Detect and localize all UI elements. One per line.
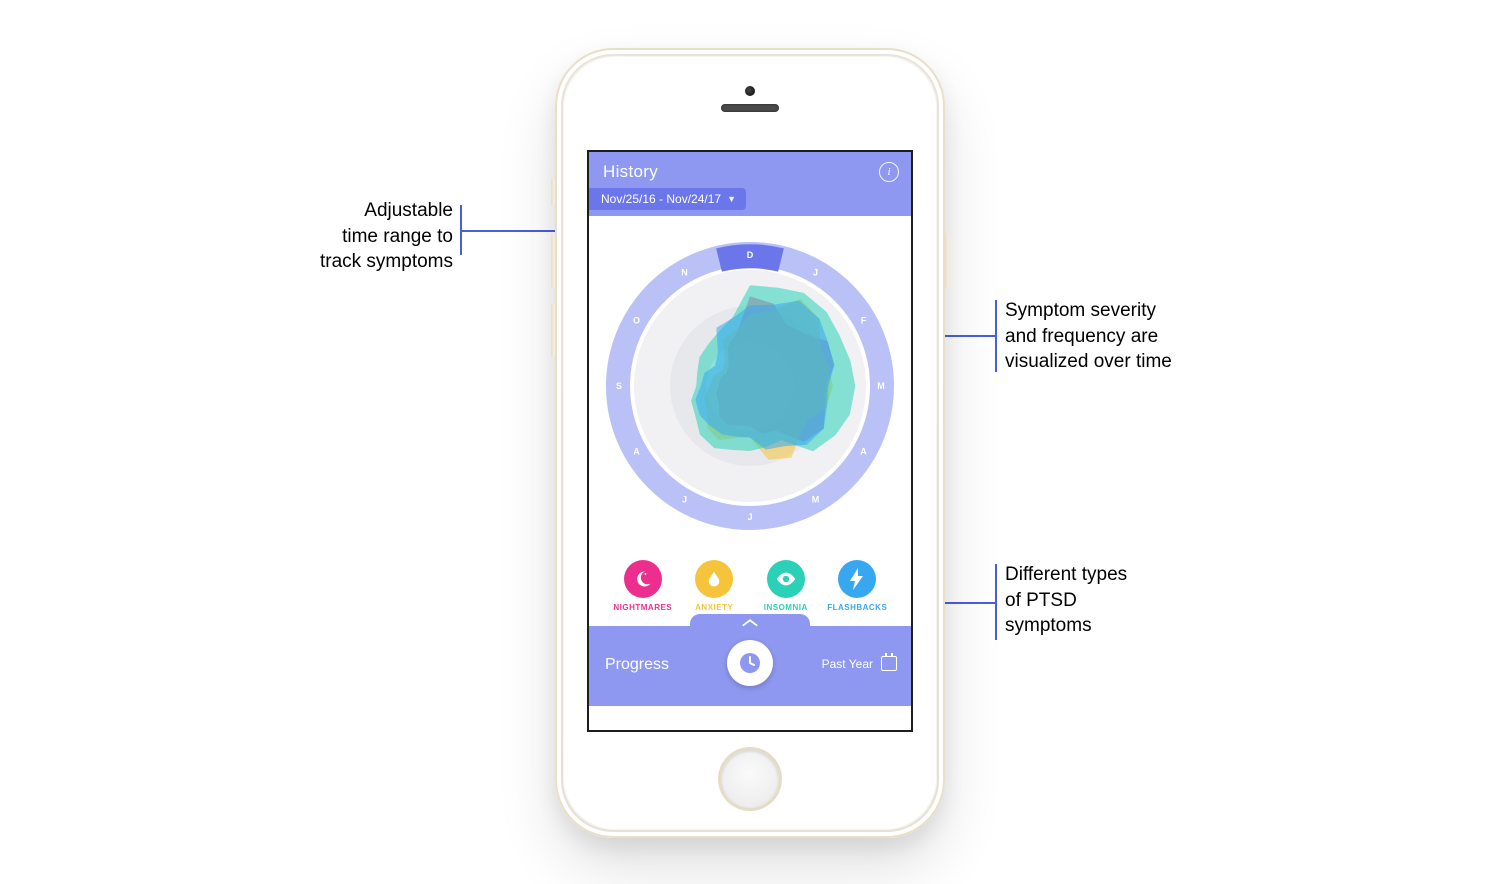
- screen-title: History: [603, 162, 658, 182]
- info-button[interactable]: i: [879, 162, 899, 182]
- phone-mute-switch: [551, 178, 555, 206]
- moon-icon: [624, 560, 662, 598]
- symptom-insomnia[interactable]: INSOMNIA: [754, 560, 818, 612]
- phone-power-button: [945, 233, 949, 288]
- calendar-icon: [881, 656, 897, 671]
- time-range-button[interactable]: Past Year: [822, 656, 897, 671]
- clock-button[interactable]: [727, 640, 773, 686]
- info-icon: i: [887, 166, 890, 178]
- phone-volume-down: [551, 303, 555, 358]
- phone-mockup: History i Nov/25/16 - Nov/24/17 ▼: [555, 48, 945, 838]
- chevron-up-icon: [741, 618, 759, 628]
- phone-speaker: [721, 104, 779, 112]
- radial-chart[interactable]: D J F M A M J J A S O N: [589, 216, 911, 556]
- svg-text:J: J: [813, 268, 818, 278]
- bolt-icon: [838, 560, 876, 598]
- svg-text:A: A: [860, 447, 867, 457]
- date-range-selector[interactable]: Nov/25/16 - Nov/24/17 ▼: [589, 188, 746, 210]
- clock-icon: [738, 651, 762, 675]
- symptom-nightmares[interactable]: NIGHTMARES: [611, 560, 675, 612]
- time-range-label: Past Year: [822, 657, 873, 671]
- phone-home-button[interactable]: [721, 750, 779, 808]
- annotation-timerange: Adjustable time range to track symptoms: [253, 198, 453, 275]
- svg-text:J: J: [747, 512, 752, 522]
- annotation-types: Different types of PTSD symptoms: [1005, 562, 1225, 639]
- eye-icon: [767, 560, 805, 598]
- annotation-severity: Symptom severity and frequency are visua…: [1005, 298, 1265, 375]
- drop-icon: [695, 560, 733, 598]
- phone-volume-up: [551, 233, 555, 288]
- svg-text:D: D: [747, 250, 754, 260]
- app-screen: History i Nov/25/16 - Nov/24/17 ▼: [587, 150, 913, 732]
- progress-label: Progress: [605, 656, 669, 674]
- chevron-down-icon: ▼: [727, 194, 736, 204]
- app-header: History i Nov/25/16 - Nov/24/17 ▼: [589, 152, 911, 216]
- svg-text:M: M: [877, 381, 885, 391]
- symptom-label: FLASHBACKS: [827, 603, 887, 612]
- symptom-anxiety[interactable]: ANXIETY: [682, 560, 746, 612]
- svg-text:A: A: [633, 447, 640, 457]
- symptom-label: INSOMNIA: [764, 603, 808, 612]
- expand-handle[interactable]: [690, 614, 810, 632]
- svg-text:M: M: [812, 494, 820, 504]
- svg-text:O: O: [633, 316, 640, 326]
- svg-text:S: S: [616, 381, 622, 391]
- svg-text:F: F: [861, 316, 867, 326]
- date-range-label: Nov/25/16 - Nov/24/17: [601, 192, 721, 206]
- radial-chart-svg: D J F M A M J J A S O N: [600, 236, 900, 536]
- svg-text:J: J: [682, 494, 687, 504]
- symptom-flashbacks[interactable]: FLASHBACKS: [825, 560, 889, 612]
- bottom-bar: Progress Past Year: [589, 626, 911, 706]
- symptom-label: NIGHTMARES: [613, 603, 672, 612]
- symptom-label: ANXIETY: [695, 603, 733, 612]
- svg-text:N: N: [681, 268, 688, 278]
- phone-camera: [745, 86, 755, 96]
